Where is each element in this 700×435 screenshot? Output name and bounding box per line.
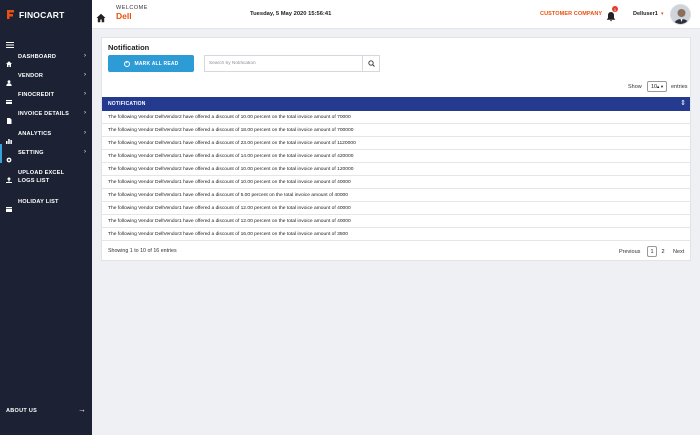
sidebar-item-invoice-details[interactable]: INVOICE DETAILS › [0,105,92,124]
table-row[interactable]: The following Vendor DellVendor1 have of… [102,150,690,163]
sidebar-item-label: UPLOAD EXCEL LOGS LIST [18,170,65,184]
search-icon [367,60,375,67]
upload-icon [6,170,12,183]
sidebar: DASHBOARD › VENDOR › FINOCREDIT › INVOIC… [0,29,92,435]
sidebar-item-label: DASHBOARD [18,54,57,60]
sidebar-item-analytics[interactable]: ANALYTICS › [0,125,92,144]
sidebar-item-label: SETTING [18,150,44,156]
sidebar-item-setting[interactable]: SETTING › [0,144,92,163]
home-icon [6,54,12,67]
calendar-icon [6,199,12,212]
chevron-down-icon: ▲▼ [656,84,664,89]
chevron-right-icon: › [84,53,86,59]
table-row[interactable]: The following Vendor DellVendor1 have of… [102,202,690,215]
table-row[interactable]: The following Vendor DellVendor1 have of… [102,189,690,202]
chevron-right-icon: › [84,91,86,97]
sidebar-item-holiday-list[interactable]: HOLIDAY LIST [0,193,92,212]
current-datetime: Tuesday, 5 May 2020 15:56:41 [250,11,332,17]
pagination-page-2[interactable]: 2 [658,246,668,257]
customer-company-link[interactable]: CUSTOMER COMPANY [540,11,602,17]
menu-icon[interactable] [6,35,14,48]
chevron-right-icon: › [84,72,86,78]
company-name: Dell [116,11,132,21]
sidebar-item-upload-excel-logs[interactable]: UPLOAD EXCEL LOGS LIST [0,164,92,188]
page-size-select[interactable]: 10 ▲▼ [647,81,667,92]
entries-label: entries [671,84,688,90]
sidebar-item-label: ANALYTICS [18,131,52,137]
top-bar: FINOCART WELCOME Dell Tuesday, 5 May 202… [0,0,700,29]
notification-table: The following Vendor DellVendor2 have of… [102,111,690,241]
show-label: Show [628,84,642,90]
table-row[interactable]: The following Vendor DellVendor2 have of… [102,111,690,124]
chevron-right-icon: › [84,130,86,136]
sidebar-item-finocredit[interactable]: FINOCREDIT › [0,86,92,105]
document-icon [6,111,12,124]
table-row[interactable]: The following Vendor DellVendor3 have of… [102,228,690,241]
pagination-previous[interactable]: Previous [619,249,640,255]
notification-badge: 1 [612,6,618,12]
table-row[interactable]: The following Vendor DellVendor2 have of… [102,163,690,176]
sidebar-item-vendor[interactable]: VENDOR › [0,67,92,86]
mark-all-read-button[interactable]: + MARK ALL READ [108,55,194,72]
user-menu[interactable]: Delluser1 [633,11,658,17]
table-row[interactable]: The following Vendor DellVendor1 have of… [102,176,690,189]
card-icon [6,92,12,104]
sidebar-item-label: FINOCREDIT [18,92,55,98]
sidebar-item-label: INVOICE DETAILS [18,111,70,117]
table-header[interactable]: NOTIFICATION ⇕ [102,97,690,111]
search-input[interactable] [204,55,362,72]
notification-card: Notification + MARK ALL READ Show 10 ▲▼ … [101,37,691,261]
users-icon [6,73,12,86]
pagination-page-1[interactable]: 1 [647,246,657,257]
search-button[interactable] [362,55,380,72]
sidebar-item-label: VENDOR [18,73,44,79]
about-us-link[interactable]: ABOUT US [6,408,37,414]
gear-icon [6,150,12,163]
page-title: Notification [108,43,150,52]
column-header-notification: NOTIFICATION [108,101,146,107]
sidebar-item-dashboard[interactable]: DASHBOARD › [0,48,92,67]
sort-icon[interactable]: ⇕ [680,99,686,107]
avatar[interactable] [670,4,691,25]
arrow-right-icon[interactable]: → [78,405,86,414]
sidebar-item-label: HOLIDAY LIST [18,199,59,205]
finocart-logo-icon [6,9,15,20]
chevron-right-icon: › [84,110,86,116]
chevron-right-icon: › [84,149,86,155]
plus-circle-icon: + [123,60,130,67]
table-row[interactable]: The following Vendor DellVendor1 have of… [102,215,690,228]
table-info: Showing 1 to 10 of 16 entries [108,248,177,254]
table-row[interactable]: The following Vendor DellVendor2 have of… [102,124,690,137]
pagination-next[interactable]: Next [673,249,684,255]
logo[interactable]: FINOCART [0,0,92,29]
chart-icon [6,131,12,144]
brand-name: FINOCART [19,9,65,20]
table-row[interactable]: The following Vendor DellVendor1 have of… [102,137,690,150]
home-icon[interactable] [96,10,106,23]
chevron-down-icon[interactable]: ▾ [661,11,664,17]
mark-all-read-label: MARK ALL READ [134,60,179,67]
